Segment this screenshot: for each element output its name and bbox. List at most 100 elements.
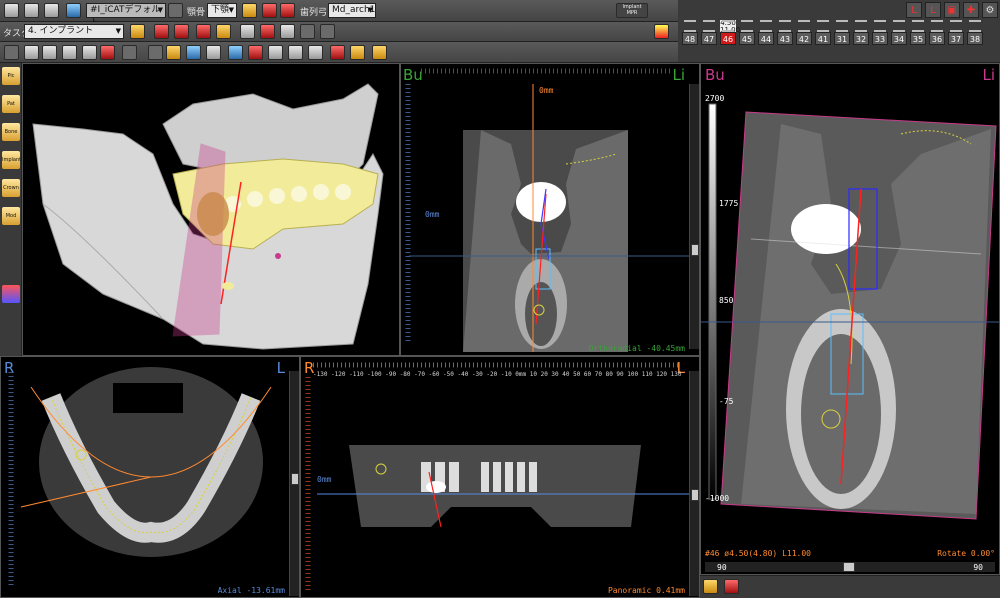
crown-button[interactable]: Crown [2,179,20,197]
zoom-3d-icon[interactable] [42,45,57,60]
implant-mpr-button[interactable]: Implant MPR [616,3,648,18]
favorite-icon[interactable] [654,24,669,39]
view-axial[interactable]: R L Axial -13.61mm [0,356,300,598]
bone-button[interactable]: Bone [2,123,20,141]
rotate-icon[interactable] [122,45,137,60]
area-icon[interactable] [308,45,323,60]
tooth-marker [912,20,924,32]
measure-icon[interactable] [268,45,283,60]
jaw-select[interactable]: 下顎 ▼ [207,3,237,18]
view-3d[interactable] [22,63,400,356]
tooth-33[interactable]: 33 [872,20,888,50]
pan-hand-icon[interactable] [82,45,97,60]
profile-select[interactable]: #I_iCATデフォルト▼ [86,3,166,28]
tooth-number: 46 [720,32,736,45]
task-select[interactable]: 4. インプラント ▼ [24,24,124,39]
redo-icon[interactable] [320,24,335,39]
gray-level-4: -75 [719,397,734,406]
tooth-47[interactable]: 47 [701,20,717,50]
tooth-42[interactable]: 42 [796,20,812,50]
axial-ct-slice [8,367,272,587]
pano-slice-slider[interactable] [689,371,699,596]
zoom-2d-icon[interactable] [24,45,39,60]
crown-icon[interactable] [216,24,231,39]
rotate-slider-knob[interactable] [843,562,855,572]
ortho-slice-slider[interactable] [689,84,699,349]
tooth-37[interactable]: 37 [948,20,964,50]
footer-nerve-icon[interactable] [724,579,739,594]
annotation-icon[interactable] [350,45,365,60]
tooth-38[interactable]: 38 [967,20,983,50]
face-icon[interactable] [166,45,181,60]
arch-label: 歯列弓 [300,8,328,18]
pic-button[interactable]: Pic [2,67,20,85]
tooth-marker [874,20,886,32]
axial-slider-knob[interactable] [291,473,299,485]
right-view-icon[interactable]: L [925,2,941,18]
tooth-marker [969,20,981,32]
pointer-icon[interactable] [4,45,19,60]
tooth-number: 38 [967,32,983,45]
undo-icon[interactable] [300,24,315,39]
palette-icon[interactable] [2,285,20,303]
tooth-46[interactable]: 46 [720,20,736,50]
left-view-icon[interactable]: L [906,2,922,18]
tooth-34[interactable]: 34 [891,20,907,50]
settings-icon[interactable]: ⚙ [982,2,998,18]
footer-tool-icon[interactable] [703,579,718,594]
tooth-43[interactable]: 43 [777,20,793,50]
abutment-icon[interactable] [196,24,211,39]
rotate-slider-max: 90 [973,563,983,572]
print-icon[interactable] [44,3,59,18]
nerve-icon[interactable] [260,24,275,39]
gray-level-2: 1775 [719,199,739,208]
wizard-icon[interactable] [130,24,145,39]
mod-button[interactable]: Mod [2,207,20,225]
implant-add-icon[interactable] [154,24,169,39]
tooth-marker [722,20,734,32]
pano-slider-knob[interactable] [691,489,699,501]
tooth-45[interactable]: 45 [739,20,755,50]
arch-select[interactable]: Md_arch1 ▼ [328,3,376,18]
tooth-red-icon[interactable] [262,3,277,18]
patient-icon[interactable] [66,3,81,18]
tooth-32[interactable]: 32 [853,20,869,50]
ortho-slider-knob[interactable] [691,244,699,256]
axis-icon[interactable] [148,45,163,60]
tooth-36[interactable]: 36 [929,20,945,50]
tooth-31[interactable]: 31 [834,20,850,50]
tooth-44[interactable]: 44 [758,20,774,50]
flip-icon[interactable]: ▣ [944,2,960,18]
angle-icon[interactable] [288,45,303,60]
implant-button[interactable]: Implant [2,151,21,169]
view-panoramic[interactable]: R L -130 -120 -110 -100 -90 -80 -70 -60 … [300,356,700,598]
bone-icon[interactable] [206,45,221,60]
histogram-icon[interactable] [248,45,263,60]
light-icon[interactable] [372,45,387,60]
tooth-delete-icon[interactable] [280,3,295,18]
pano-axis-label: 0mm [317,475,332,484]
red-cross-icon[interactable]: ✚ [963,2,979,18]
sleeve-icon[interactable] [280,24,295,39]
pen-icon[interactable] [240,24,255,39]
axial-slice-slider[interactable] [289,371,299,596]
view-orthoradial[interactable]: Bu Li 0mm 0mm Orthoradial -40.45mm [400,63,700,356]
tooth-number: 32 [853,32,869,45]
mode-toggle-icon[interactable] [168,3,183,18]
magnify-icon[interactable] [62,45,77,60]
camera-icon[interactable] [228,45,243,60]
ruler-icon[interactable] [330,45,345,60]
new-file-icon[interactable] [4,3,19,18]
view-buccal-lingual[interactable]: Bu Li 2700 1775 850 -75 -1000 #46 ø4.50(… [700,63,1000,575]
axial-status: Axial -13.61mm [217,586,285,595]
rotate-slider[interactable]: 90 90 [705,562,995,572]
tooth-35[interactable]: 35 [910,20,926,50]
sphere-icon[interactable] [186,45,201,60]
tooth-41[interactable]: 41 [815,20,831,50]
implant-tool-icon[interactable] [174,24,189,39]
tooth-48[interactable]: 48 [682,20,698,50]
pat-button[interactable]: Pat [2,95,20,113]
crop-icon[interactable] [100,45,115,60]
jaw-tool-icon[interactable] [242,3,257,18]
save-icon[interactable] [24,3,39,18]
